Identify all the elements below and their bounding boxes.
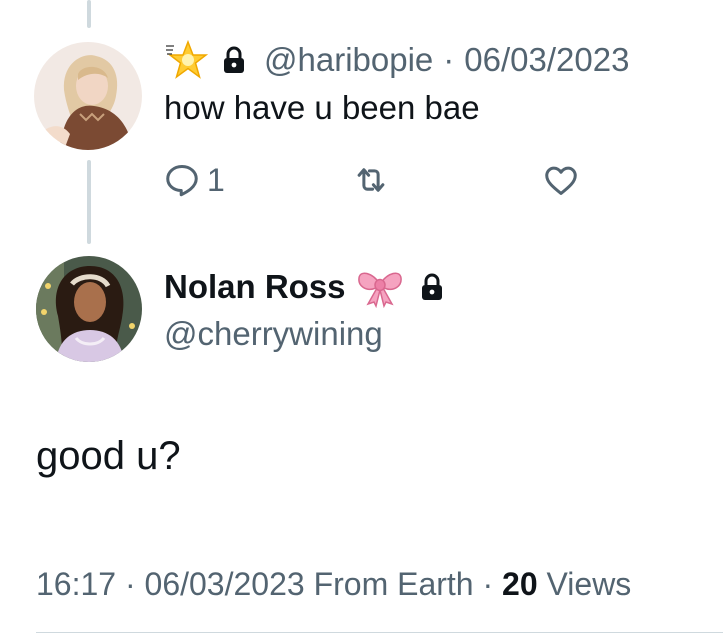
thread-line-connector: [87, 160, 91, 244]
main-header: Nolan Ross: [164, 264, 462, 310]
views-count[interactable]: 20: [502, 566, 538, 602]
lock-icon: [421, 273, 442, 300]
star-emoji-icon: [166, 39, 208, 79]
reply-icon: [166, 165, 198, 197]
tweet-source: From Earth: [313, 566, 474, 602]
reply-button[interactable]: 1: [163, 160, 225, 200]
like-icon: [545, 166, 577, 195]
divider: [36, 632, 723, 633]
retweet-button[interactable]: [352, 160, 390, 200]
display-name[interactable]: Nolan Ross: [164, 268, 346, 306]
tweet-time[interactable]: 16:17: [36, 566, 116, 602]
reply-handle[interactable]: @haribopie: [264, 41, 433, 79]
bow-emoji-icon: [357, 272, 402, 308]
main-avatar[interactable]: [36, 256, 142, 362]
tweet-date[interactable]: 06/03/2023: [145, 566, 305, 602]
meta-separator: ·: [482, 566, 494, 602]
like-button[interactable]: [542, 160, 580, 200]
reply-date[interactable]: 06/03/2023: [464, 41, 629, 79]
reply-separator: ·: [443, 41, 455, 78]
main-handle[interactable]: @cherrywining: [164, 312, 383, 356]
views-label[interactable]: Views: [547, 566, 632, 602]
tweet-text: good u?: [36, 434, 181, 478]
meta-separator: ·: [124, 566, 136, 602]
reply-header: @haribopie · 06/03/2023: [164, 36, 629, 84]
tweet-meta: 16:17 · 06/03/2023 From Earth · 20 Views: [36, 562, 631, 606]
retweet-icon: [357, 168, 385, 192]
lock-icon: [224, 46, 244, 73]
reply-count: 1: [207, 161, 225, 198]
thread-line-top: [87, 0, 91, 28]
reply-avatar[interactable]: [34, 42, 142, 150]
reply-text: how have u been bae: [164, 89, 480, 126]
